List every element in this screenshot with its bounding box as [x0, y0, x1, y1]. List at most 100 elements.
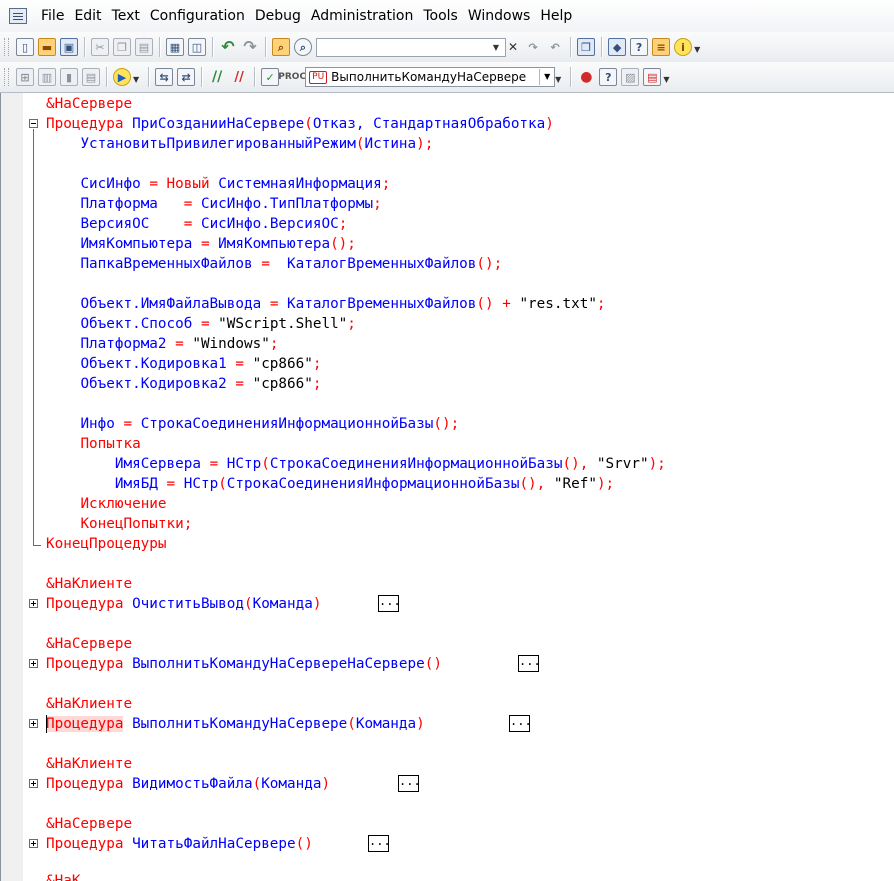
- menu-tools[interactable]: Tools: [419, 0, 464, 32]
- menu-debug[interactable]: Debug: [251, 0, 307, 32]
- code-line: Инфо = СтрокаСоединенияИнформационнойБаз…: [80, 416, 460, 432]
- code-line: Процедура ВидимостьФайла(Команда): [46, 776, 331, 792]
- search-help-icon[interactable]: ?: [630, 38, 649, 56]
- run-dropdown-chevron-icon[interactable]: ▼: [133, 75, 139, 84]
- debug-list-icon[interactable]: ?: [599, 68, 618, 86]
- find-icon[interactable]: ⌕: [294, 38, 312, 56]
- code-line: Объект.ИмяФайлаВывода = КаталогВременных…: [80, 296, 606, 312]
- code-line: Объект.Кодировка1 = "cp866";: [80, 356, 322, 372]
- code-line: СисИнфо = Новый СистемнаяИнформация;: [80, 176, 391, 192]
- code-line: Процедура ВыполнитьКомандуНаСервереНаСер…: [46, 656, 442, 672]
- toolbar-overflow-chevron-icon[interactable]: ▼: [694, 45, 700, 54]
- collapsed-block[interactable]: ...: [518, 655, 541, 672]
- expand-icon[interactable]: [29, 839, 38, 848]
- save-icon[interactable]: ▣: [60, 38, 78, 56]
- code-line: КонецПроцедуры: [46, 536, 167, 552]
- procedure-select[interactable]: PU ВыполнитьКомандуНаСервере ▼: [305, 67, 556, 87]
- run-icon[interactable]: ▶: [113, 68, 131, 86]
- code-line: Объект.Кодировка2 = "cp866";: [80, 376, 322, 392]
- menu-bar: File Edit Text Configuration Debug Admin…: [0, 0, 894, 32]
- windows-icon[interactable]: ❐: [577, 38, 596, 56]
- find-in-files-icon[interactable]: ⌕: [272, 38, 290, 56]
- menu-text[interactable]: Text: [108, 0, 146, 32]
- undo-icon[interactable]: ↶: [219, 38, 237, 56]
- code-line: Платформа = СисИнфо.ТипПлатформы;: [80, 196, 382, 212]
- code-line: Процедура ОчиститьВывод(Команда): [46, 596, 322, 612]
- toolbar-grip[interactable]: [4, 38, 9, 56]
- chevron-down-icon[interactable]: ▼: [487, 39, 505, 56]
- close-icon[interactable]: ✕: [508, 40, 518, 54]
- copy-icon[interactable]: ❐: [113, 38, 131, 56]
- module-icon[interactable]: ⇆: [155, 68, 174, 86]
- bookmarks-icon[interactable]: ≡: [652, 38, 671, 56]
- breakpoint-condition-icon[interactable]: ▤: [643, 68, 662, 86]
- code-line: &НаК: [46, 873, 81, 881]
- menu-administration[interactable]: Administration: [307, 0, 419, 32]
- block-icon[interactable]: ▥: [38, 68, 56, 86]
- collapsed-block[interactable]: ...: [509, 715, 532, 732]
- find-previous-icon[interactable]: ↶: [546, 38, 564, 56]
- form-icon[interactable]: ▤: [82, 68, 100, 86]
- chevron-down-icon[interactable]: ▼: [539, 69, 554, 85]
- editor-gutter[interactable]: [1, 93, 23, 881]
- procedure-badge: PU: [309, 70, 328, 84]
- code-editor[interactable]: &НаСервере Процедура ПриСозданииНаСервер…: [0, 93, 894, 881]
- collapsed-block[interactable]: ...: [378, 595, 401, 612]
- breakpoint-icon[interactable]: ●: [577, 68, 595, 86]
- code-line: УстановитьПривилегированныйРежим(Истина)…: [80, 136, 434, 152]
- search-input[interactable]: [319, 39, 469, 55]
- code-line: ВерсияОС = СисИнфо.ВерсияОС;: [80, 216, 348, 232]
- collapse-icon[interactable]: [29, 119, 38, 128]
- toolbar-overflow-chevron-icon[interactable]: ▼: [663, 75, 669, 84]
- info-icon[interactable]: i: [674, 38, 693, 56]
- print-preview-icon[interactable]: ◫: [188, 38, 206, 56]
- syntax-check-icon[interactable]: ✓: [261, 68, 280, 86]
- code-line: Попытка: [80, 436, 141, 452]
- code-line: &НаКлиенте: [46, 576, 133, 592]
- toolbar-grip[interactable]: [4, 68, 9, 86]
- menu-configuration[interactable]: Configuration: [146, 0, 251, 32]
- menu-edit[interactable]: Edit: [70, 0, 107, 32]
- cut-icon[interactable]: ✂: [91, 38, 109, 56]
- indent-block-icon[interactable]: ⊞: [16, 68, 34, 86]
- syntax-assistant-icon[interactable]: ◆: [608, 38, 627, 56]
- menu-windows[interactable]: Windows: [464, 0, 537, 32]
- expand-icon[interactable]: [29, 719, 38, 728]
- database-icon[interactable]: ▮: [60, 68, 78, 86]
- collapsed-block[interactable]: ...: [368, 835, 391, 852]
- text-editor-toolbar: ⊞ ▥ ▮ ▤ ▶ ▼ ⇆ ⇄ // // ✓ PROC PU Выполнит…: [0, 62, 894, 93]
- paste-icon[interactable]: ▤: [135, 38, 153, 56]
- code-line: Процедура ВыполнитьКомандуНаСервере(Кома…: [46, 716, 425, 732]
- find-next-icon[interactable]: ↷: [524, 38, 542, 56]
- collapsed-block[interactable]: ...: [398, 775, 421, 792]
- toolbar-overflow-chevron-icon[interactable]: ▼: [555, 75, 561, 84]
- app-menu-icon[interactable]: [9, 8, 27, 24]
- menu-file[interactable]: File: [37, 0, 70, 32]
- go-to-definition-icon[interactable]: ⇄: [177, 68, 196, 86]
- code-line: ИмяБД = НСтр(СтрокаСоединенияИнформацион…: [114, 476, 615, 492]
- search-combo[interactable]: ▼: [316, 37, 506, 57]
- code-line: Объект.Способ = "WScript.Shell";: [80, 316, 356, 332]
- code-line: &НаКлиенте: [46, 696, 133, 712]
- code-line: &НаСервере: [46, 96, 133, 112]
- new-document-icon[interactable]: ▯: [16, 38, 34, 56]
- code-line: Платформа2 = "Windows";: [80, 336, 279, 352]
- code-line: КонецПопытки;: [80, 516, 193, 532]
- expand-icon[interactable]: [29, 779, 38, 788]
- code-line: Процедура ПриСозданииНаСервере(Отказ, Ст…: [46, 116, 554, 132]
- procedures-list-icon[interactable]: PROC: [278, 68, 306, 86]
- menu-help[interactable]: Help: [536, 0, 578, 32]
- uncomment-icon[interactable]: //: [230, 68, 248, 86]
- procedure-select-value: ВыполнитьКомандуНаСервере: [331, 70, 527, 84]
- expand-icon[interactable]: [29, 659, 38, 668]
- text-cursor: [46, 715, 47, 733]
- code-line: Процедура ЧитатьФайлНаСервере(): [46, 836, 313, 852]
- print-icon[interactable]: ▦: [166, 38, 184, 56]
- open-folder-icon[interactable]: ▬: [38, 38, 56, 56]
- redo-icon[interactable]: ↷: [241, 38, 259, 56]
- clear-breakpoints-icon[interactable]: ▨: [621, 68, 640, 86]
- standard-toolbar: ▯ ▬ ▣ ✂ ❐ ▤ ▦ ◫ ↶ ↷ ⌕ ⌕ ▼ ✕ ↷ ↶ ❐ ◆ ? ≡ …: [0, 32, 894, 62]
- expand-icon[interactable]: [29, 599, 38, 608]
- code-line: &НаСервере: [46, 636, 133, 652]
- comment-icon[interactable]: //: [208, 68, 226, 86]
